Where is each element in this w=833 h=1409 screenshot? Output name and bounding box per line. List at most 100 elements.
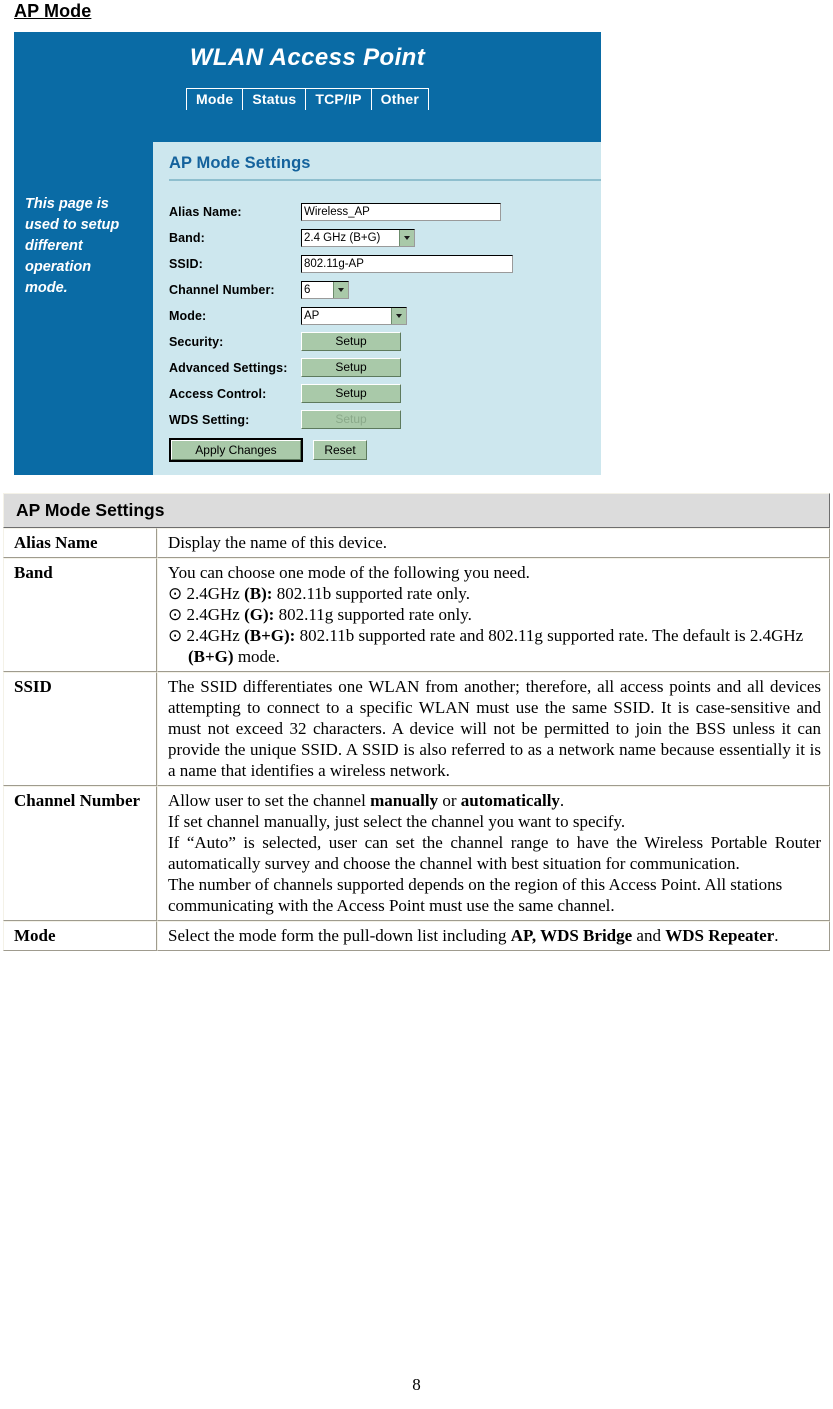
tab-mode[interactable]: Mode (185, 88, 243, 110)
band-label: Band: (169, 230, 205, 245)
router-sidebar: This page is used to setup different ope… (14, 142, 153, 475)
page-number: 8 (412, 1375, 421, 1394)
table-row: Band You can choose one mode of the foll… (3, 558, 830, 672)
security-setup-button[interactable]: Setup (301, 332, 401, 351)
radio-selected-icon: ⊙ (168, 605, 183, 624)
ssid-label: SSID: (169, 256, 203, 271)
band-intro-text: You can choose one mode of the following… (168, 563, 530, 582)
wds-setting-label: WDS Setting: (169, 412, 250, 427)
panel-title: AP Mode Settings (169, 154, 311, 172)
band-option-b-freq: 2.4GHz (186, 584, 245, 603)
row-value-alias-name: Display the name of this device. (157, 528, 830, 558)
chevron-down-icon[interactable] (391, 307, 406, 324)
band-option-bg: ⊙ 2.4GHz (B+G): 802.11b supported rate a… (168, 625, 821, 667)
row-value-channel-number: Allow user to set the channel manually o… (157, 786, 830, 921)
panel-divider (169, 179, 601, 181)
settings-reference-table: AP Mode Settings Alias Name Display the … (3, 493, 830, 951)
band-option-g-label: (G): (244, 605, 275, 624)
band-option-b-desc: 802.11b supported rate only. (272, 584, 470, 603)
channel-number-label: Channel Number: (169, 282, 275, 297)
band-option-bg-label: (B+G): (244, 626, 296, 645)
chevron-down-icon[interactable] (333, 281, 348, 298)
band-option-b: ⊙ 2.4GHz (B): 802.11b supported rate onl… (168, 583, 821, 604)
field-row-band: Band: 2.4 GHz (B+G) (169, 225, 601, 250)
settings-panel: AP Mode Settings Alias Name: Wireless_AP… (153, 142, 601, 475)
field-row-security: Security: Setup (169, 329, 601, 354)
band-option-g: ⊙ 2.4GHz (G): 802.11g supported rate onl… (168, 604, 821, 625)
page-title: AP Mode (14, 1, 92, 21)
channel-line-1: Allow user to set the channel manually o… (168, 790, 821, 811)
band-option-g-freq: 2.4GHz (186, 605, 245, 624)
table-row: Channel Number Allow user to set the cha… (3, 786, 830, 921)
router-web-ui: WLAN Access Point Mode Status TCP/IP Oth… (14, 32, 601, 475)
wds-setting-setup-button: Setup (301, 410, 401, 429)
band-option-bg-desc: 802.11b supported rate and 802.11g suppo… (295, 626, 804, 645)
row-key-band: Band (3, 558, 157, 672)
alias-name-input[interactable]: Wireless_AP (301, 202, 501, 221)
panel-actions: Apply Changes Reset (169, 438, 601, 462)
ssid-input[interactable]: 802.11g-AP (301, 254, 513, 273)
router-body: This page is used to setup different ope… (14, 142, 601, 475)
tab-tcpip[interactable]: TCP/IP (305, 88, 371, 110)
channel-line-1-c: or (438, 791, 461, 810)
apply-changes-button[interactable]: Apply Changes (169, 438, 303, 462)
row-value-ssid: The SSID differentiates one WLAN from an… (157, 672, 830, 786)
mode-select[interactable]: AP (301, 306, 407, 325)
table-header-row: AP Mode Settings (3, 493, 830, 528)
channel-line-1-a: Allow user to set the channel (168, 791, 371, 810)
table-row: Alias Name Display the name of this devi… (3, 528, 830, 558)
reset-button[interactable]: Reset (313, 440, 367, 460)
advanced-settings-setup-button[interactable]: Setup (301, 358, 401, 377)
access-control-label: Access Control: (169, 386, 267, 401)
band-select-value: 2.4 GHz (B+G) (304, 231, 381, 244)
band-option-bg-freq: 2.4GHz (186, 626, 245, 645)
radio-selected-icon: ⊙ (168, 626, 183, 645)
channel-line-3: If “Auto” is selected, user can set the … (168, 833, 821, 873)
field-row-mode: Mode: AP (169, 303, 601, 328)
row-value-mode: Select the mode form the pull-down list … (157, 921, 830, 951)
radio-selected-icon: ⊙ (168, 584, 183, 603)
channel-line-4: The number of channels supported depends… (168, 875, 783, 915)
router-header: WLAN Access Point Mode Status TCP/IP Oth… (14, 32, 601, 142)
band-option-bg-desc-tail: mode. (233, 647, 280, 666)
row-key-ssid: SSID (3, 672, 157, 786)
channel-line-1-manually: manually (370, 791, 439, 810)
table-row: Mode Select the mode form the pull-down … (3, 921, 830, 951)
alias-name-label: Alias Name: (169, 204, 242, 219)
access-control-setup-button[interactable]: Setup (301, 384, 401, 403)
tab-status[interactable]: Status (242, 88, 306, 110)
field-row-advanced-settings: Advanced Settings: Setup (169, 355, 601, 380)
mode-text-c: and (632, 926, 666, 945)
band-option-b-label: (B): (244, 584, 273, 603)
band-option-bg-desc-bold-tail: (B+G) (188, 647, 234, 666)
chevron-down-icon[interactable] (399, 229, 414, 246)
channel-line-1-automatically: automatically (460, 791, 560, 810)
router-brand-title: WLAN Access Point (189, 44, 426, 71)
row-value-band: You can choose one mode of the following… (157, 558, 830, 672)
tab-other[interactable]: Other (370, 88, 430, 110)
mode-text-a: Select the mode form the pull-down list … (168, 926, 511, 945)
security-label: Security: (169, 334, 224, 349)
band-select[interactable]: 2.4 GHz (B+G) (301, 228, 415, 247)
field-row-access-control: Access Control: Setup (169, 381, 601, 406)
mode-text-e: . (774, 926, 779, 945)
advanced-settings-label: Advanced Settings: (169, 360, 288, 375)
router-nav-tabs: Mode Status TCP/IP Other (14, 88, 601, 110)
mode-select-value: AP (304, 309, 320, 322)
mode-text-wds-repeater: WDS Repeater (665, 926, 775, 945)
mode-label: Mode: (169, 308, 207, 323)
channel-line-2: If set channel manually, just select the… (168, 812, 626, 831)
field-row-ssid: SSID: 802.11g-AP (169, 251, 601, 276)
band-option-g-desc: 802.11g supported rate only. (274, 605, 472, 624)
channel-number-select-value: 6 (304, 283, 311, 296)
sidebar-help-text: This page is used to setup different ope… (25, 196, 120, 296)
table-row: SSID The SSID differentiates one WLAN fr… (3, 672, 830, 786)
mode-text-ap-wds-bridge: AP, WDS Bridge (510, 926, 633, 945)
field-row-alias-name: Alias Name: Wireless_AP (169, 199, 601, 224)
channel-line-1-e: . (559, 791, 565, 810)
channel-number-select[interactable]: 6 (301, 280, 349, 299)
field-row-channel-number: Channel Number: 6 (169, 277, 601, 302)
table-header-label: AP Mode Settings (3, 493, 830, 528)
row-key-alias-name: Alias Name (3, 528, 157, 558)
row-key-mode: Mode (3, 921, 157, 951)
